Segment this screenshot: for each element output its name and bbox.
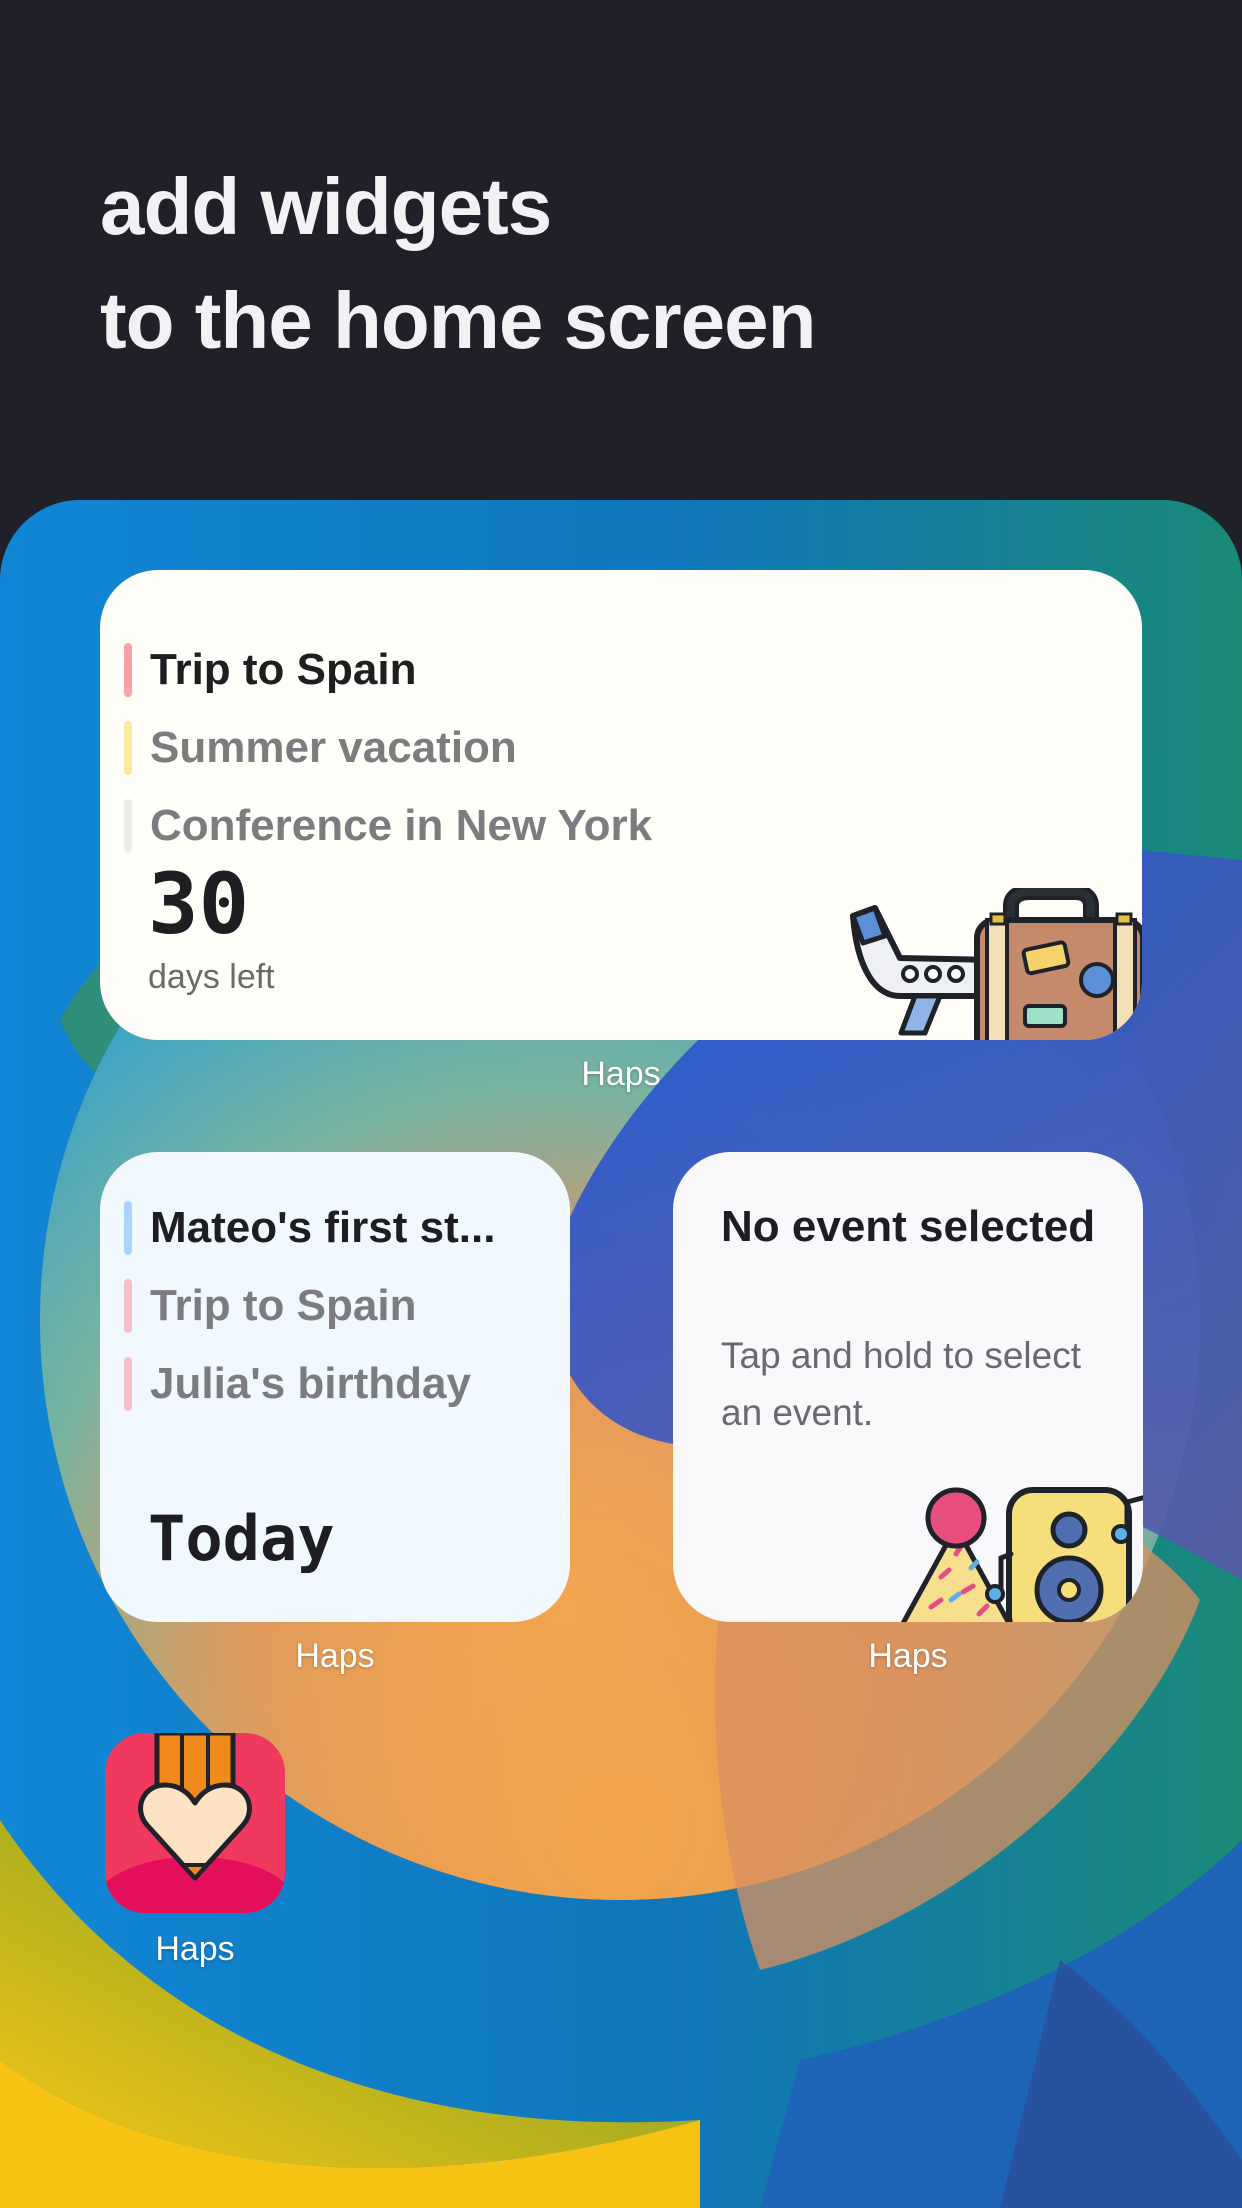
days-left-number: 30 [148, 855, 250, 953]
large-widget-event-1: Trip to Spain [124, 642, 416, 698]
event-title: Mateo's first st... [150, 1203, 496, 1252]
large-widget-event-3: Conference in New York [124, 798, 652, 854]
event-title: Julia's birthday [150, 1359, 471, 1408]
event-title: Trip to Spain [150, 645, 417, 694]
haps-app-label: Haps [155, 1930, 235, 1968]
small-right-widget-app-label: Haps [868, 1637, 948, 1675]
headline-line-2: to the home screen [100, 276, 817, 365]
haps-app-icon[interactable] [105, 1733, 285, 1913]
days-left-label: days left [148, 958, 275, 996]
pencil-heart-icon [105, 1733, 285, 1913]
event-color-bar [124, 799, 132, 853]
no-event-description: Tap and hold to select an event. [721, 1335, 1081, 1433]
small-widget-event-3: Julia's birthday [124, 1356, 471, 1412]
airplane-suitcase-icon [850, 888, 1142, 1040]
countdown-today-label: Today [148, 1502, 335, 1575]
large-widget-event-2: Summer vacation [124, 720, 517, 776]
party-speaker-icon [901, 1487, 1143, 1622]
event-title: Summer vacation [150, 723, 517, 772]
small-left-widget-app-label: Haps [295, 1637, 375, 1675]
no-event-title: No event selected [721, 1202, 1096, 1251]
event-color-bar [124, 1201, 132, 1255]
headline-line-1: add widgets [100, 162, 552, 251]
no-event-widget[interactable]: No event selected Tap and hold to select… [673, 1152, 1143, 1622]
event-title: Trip to Spain [150, 1281, 417, 1330]
small-event-list-widget[interactable]: Mateo's first st... Trip to Spain Julia'… [100, 1152, 570, 1622]
large-widget-app-label: Haps [581, 1055, 661, 1093]
small-widget-event-2: Trip to Spain [124, 1278, 416, 1334]
headline: add widgets to the home screen [100, 150, 817, 378]
event-color-bar [124, 643, 132, 697]
home-screen-wallpaper: Trip to Spain Summer vacation Conference… [0, 500, 1242, 2208]
large-event-widget[interactable]: Trip to Spain Summer vacation Conference… [100, 570, 1142, 1040]
small-widget-event-1: Mateo's first st... [124, 1200, 495, 1256]
event-color-bar [124, 1279, 132, 1333]
event-color-bar [124, 721, 132, 775]
event-color-bar [124, 1357, 132, 1411]
event-title: Conference in New York [150, 801, 653, 850]
